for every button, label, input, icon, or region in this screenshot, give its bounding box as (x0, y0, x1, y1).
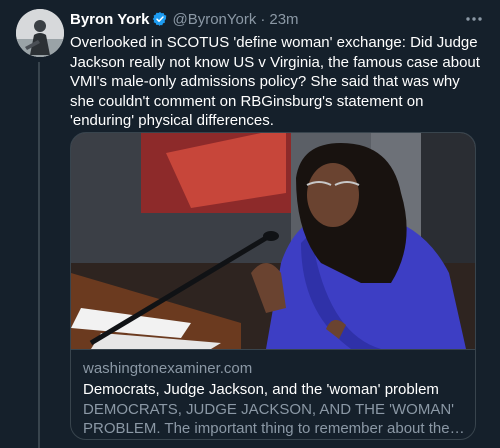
card-description-line: DEMOCRATS, JUDGE JACKSON, AND THE 'WOMAN… (83, 401, 455, 418)
card-meta: washingtonexaminer.com Democrats, Judge … (71, 349, 475, 439)
card-title: Democrats, Judge Jackson, and the 'woman… (83, 381, 439, 398)
more-options-icon[interactable] (464, 9, 484, 29)
thread-line (38, 62, 40, 448)
card-description: DEMOCRATS, JUDGE JACKSON, AND THE 'WOMAN… (83, 400, 465, 438)
card-description-line: PROBLEM. The important thing to remember… (83, 420, 465, 437)
timestamp[interactable]: 23m (269, 11, 298, 28)
separator-dot: · (260, 10, 266, 28)
author-handle[interactable]: @ByronYork (172, 11, 256, 28)
card-domain: washingtonexaminer.com (83, 360, 253, 377)
tweet-header: Byron York @ByronYork · 23m (70, 9, 484, 29)
link-card[interactable]: washingtonexaminer.com Democrats, Judge … (70, 132, 476, 440)
tweet[interactable]: Byron York @ByronYork · 23m Overlooked i… (0, 0, 500, 448)
avatar[interactable] (16, 9, 64, 57)
verified-badge-icon (153, 12, 167, 26)
card-image (71, 133, 475, 349)
tweet-text: Overlooked in SCOTUS 'define woman' exch… (70, 34, 480, 129)
author-name[interactable]: Byron York (70, 11, 149, 28)
